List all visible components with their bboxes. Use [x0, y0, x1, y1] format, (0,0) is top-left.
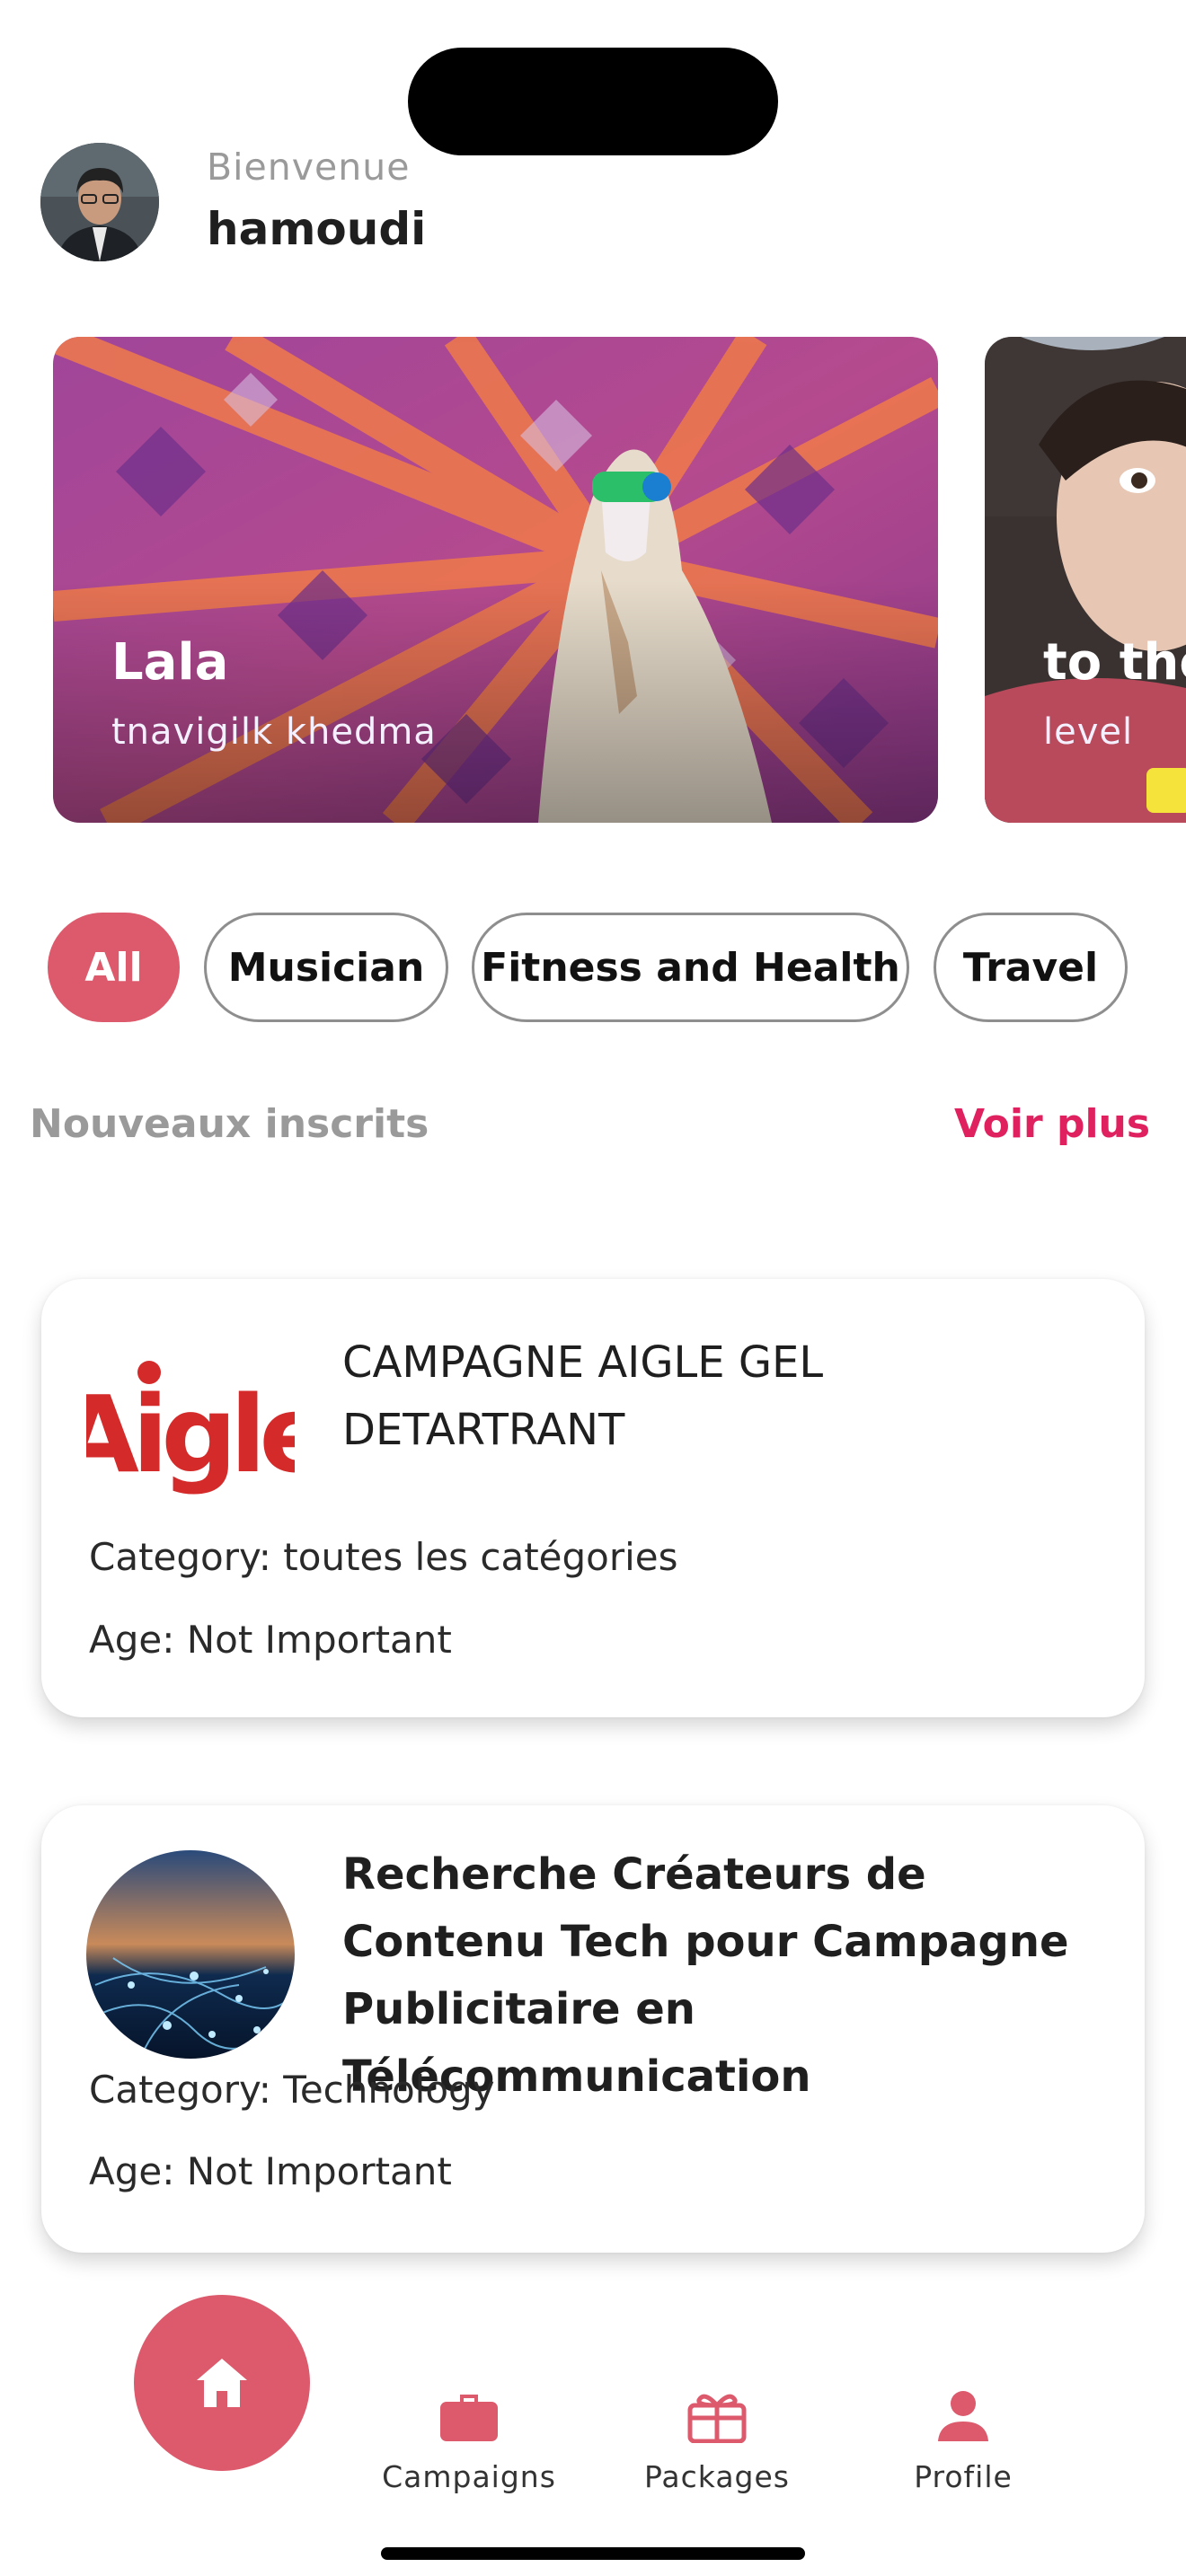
filter-chip-travel[interactable]: Travel [934, 913, 1128, 1022]
nav-profile-label: Profile [914, 2459, 1013, 2494]
filter-chip-musician[interactable]: Musician [204, 913, 448, 1022]
svg-text:Aigle: Aigle [86, 1372, 295, 1496]
campaign-thumbnail [86, 1850, 295, 2059]
campaign-age: Age: Not Important [89, 1618, 452, 1662]
filter-chip-all[interactable]: All [48, 913, 180, 1022]
nav-campaigns[interactable]: Campaigns [361, 2389, 577, 2494]
nav-packages-label: Packages [644, 2459, 790, 2494]
campaign-title: CAMPAGNE AIGLE GEL DETARTRANT [342, 1337, 824, 1455]
nav-packages[interactable]: Packages [609, 2389, 825, 2494]
banner-title: to the [1043, 633, 1186, 692]
banner-card[interactable]: to the level [985, 337, 1186, 823]
campaign-category: Category: toutes les catégories [89, 1535, 678, 1579]
see-more-link[interactable]: Voir plus [954, 1101, 1150, 1147]
nav-campaigns-label: Campaigns [382, 2459, 556, 2494]
dynamic-island [408, 48, 778, 155]
campaign-age: Age: Not Important [89, 2149, 452, 2193]
home-icon [197, 2359, 247, 2407]
home-indicator[interactable] [381, 2547, 805, 2560]
gift-icon [687, 2394, 747, 2443]
banner-subtitle: level [1043, 711, 1134, 753]
campaign-category: Category: Technology [89, 2068, 495, 2112]
filter-chip-fitness-and-health[interactable]: Fitness and Health [472, 913, 909, 1022]
banner-card[interactable]: Lala tnavigilk khedma [53, 337, 938, 823]
home-button[interactable] [134, 2295, 310, 2471]
person-icon [938, 2391, 988, 2441]
greeting-text: Bienvenue [207, 146, 411, 189]
avatar[interactable] [40, 143, 159, 261]
briefcase-icon [440, 2395, 498, 2441]
section-title: Nouveaux inscrits [30, 1101, 429, 1147]
username: hamoudi [207, 203, 427, 255]
campaign-card[interactable]: Aigle CAMPAGNE AIGLE GEL DETARTRANT Cate… [41, 1279, 1145, 1717]
nav-profile[interactable]: Profile [855, 2389, 1071, 2494]
aigle-logo: Aigle [58, 1326, 333, 1534]
campaign-card[interactable]: Recherche Créateurs de Contenu Tech pour… [41, 1805, 1145, 2253]
banner-title: Lala [111, 633, 229, 692]
banner-subtitle: tnavigilk khedma [111, 711, 437, 753]
